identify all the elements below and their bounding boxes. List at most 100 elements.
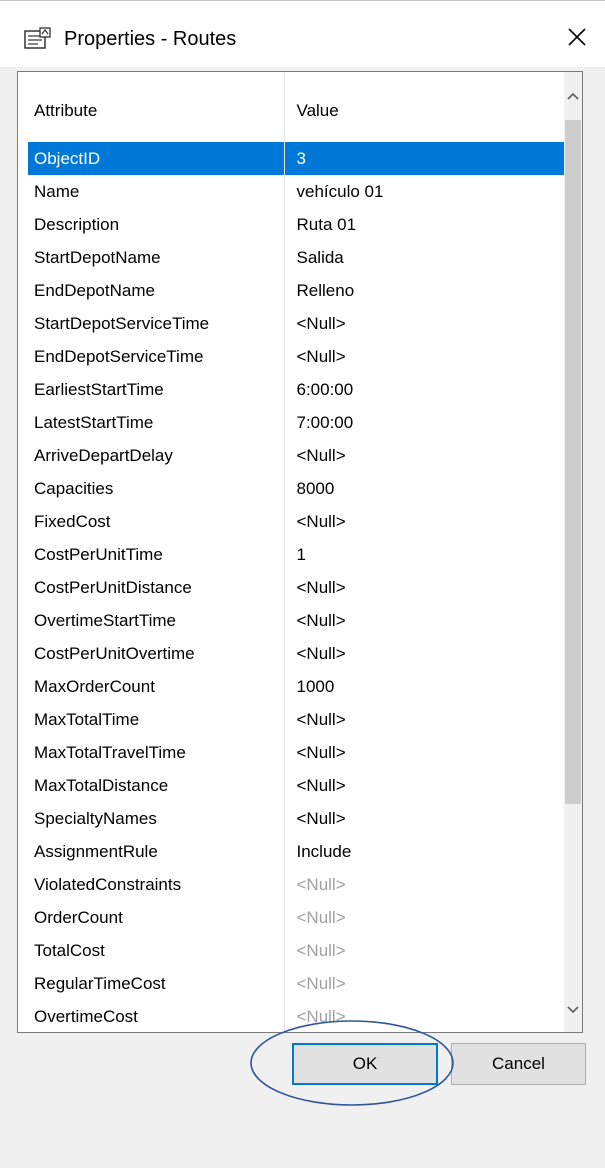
value-cell[interactable]: 3 (284, 142, 564, 175)
table-row[interactable]: MaxTotalTravelTime <Null> (28, 736, 564, 769)
table-row[interactable]: Capacities 8000 (28, 472, 564, 505)
table-row[interactable]: ArriveDepartDelay <Null> (28, 439, 564, 472)
value-cell[interactable]: 8000 (284, 472, 564, 505)
table-row[interactable]: EndDepotName Relleno (28, 274, 564, 307)
grid-viewport: Attribute Value ObjectID 3 Name vehículo 01… (18, 72, 564, 1032)
table-row[interactable]: MaxTotalTime <Null> (28, 703, 564, 736)
attribute-cell[interactable]: RegularTimeCost (28, 967, 285, 1000)
attribute-cell[interactable]: StartDepotServiceTime (28, 307, 285, 340)
value-cell[interactable]: <Null> (284, 769, 564, 802)
table-row[interactable]: TotalCost <Null> (28, 934, 564, 967)
close-icon (568, 27, 586, 51)
cancel-button[interactable]: Cancel (451, 1043, 586, 1085)
header-row: Attribute Value (28, 72, 564, 142)
column-header-value[interactable]: Value (284, 72, 564, 142)
highlight-ellipse (250, 1020, 454, 1106)
value-cell[interactable]: Include (284, 835, 564, 868)
table-row[interactable]: RegularTimeCost <Null> (28, 967, 564, 1000)
value-cell[interactable]: <Null> (284, 637, 564, 670)
attribute-cell[interactable]: OvertimeStartTime (28, 604, 285, 637)
grid-body: ObjectID 3 Name vehículo 01 Description Ruta … (28, 142, 564, 1032)
table-row[interactable]: OrderCount <Null> (28, 901, 564, 934)
attribute-cell[interactable]: EndDepotServiceTime (28, 340, 285, 373)
attribute-cell[interactable]: LatestStartTime (28, 406, 285, 439)
attribute-cell[interactable]: MaxTotalTime (28, 703, 285, 736)
attribute-cell[interactable]: ObjectID (28, 142, 285, 175)
value-cell[interactable]: <Null> (284, 868, 564, 901)
value-cell[interactable]: Relleno (284, 274, 564, 307)
attribute-cell[interactable]: StartDepotName (28, 241, 285, 274)
chevron-down-icon (566, 1002, 580, 1020)
attribute-cell[interactable]: Capacities (28, 472, 285, 505)
value-cell[interactable]: vehículo 01 (284, 175, 564, 208)
table-row[interactable]: OvertimeStartTime <Null> (28, 604, 564, 637)
value-cell[interactable]: <Null> (284, 307, 564, 340)
value-cell[interactable]: 7:00:00 (284, 406, 564, 439)
table-row[interactable]: Description Ruta 01 (28, 208, 564, 241)
value-cell[interactable]: Ruta 01 (284, 208, 564, 241)
value-cell[interactable]: 1 (284, 538, 564, 571)
value-cell[interactable]: <Null> (284, 340, 564, 373)
attribute-cell[interactable]: Name (28, 175, 285, 208)
table-row[interactable]: MaxTotalDistance <Null> (28, 769, 564, 802)
value-cell[interactable]: 1000 (284, 670, 564, 703)
properties-table: Attribute Value ObjectID 3 Name vehículo 01… (28, 72, 564, 1032)
attribute-cell[interactable]: ArriveDepartDelay (28, 439, 285, 472)
table-row[interactable]: MaxOrderCount 1000 (28, 670, 564, 703)
table-row[interactable]: ViolatedConstraints <Null> (28, 868, 564, 901)
value-cell[interactable]: <Null> (284, 934, 564, 967)
value-cell[interactable]: <Null> (284, 571, 564, 604)
attribute-cell[interactable]: SpecialtyNames (28, 802, 285, 835)
table-row[interactable]: CostPerUnitOvertime <Null> (28, 637, 564, 670)
table-row[interactable]: FixedCost <Null> (28, 505, 564, 538)
table-row[interactable]: SpecialtyNames <Null> (28, 802, 564, 835)
value-cell[interactable]: <Null> (284, 604, 564, 637)
close-button[interactable] (559, 21, 595, 57)
table-row[interactable]: EndDepotServiceTime <Null> (28, 340, 564, 373)
value-cell[interactable]: <Null> (284, 439, 564, 472)
attribute-cell[interactable]: CostPerUnitOvertime (28, 637, 285, 670)
scroll-down-button[interactable] (564, 996, 582, 1026)
table-row[interactable]: CostPerUnitDistance <Null> (28, 571, 564, 604)
attribute-cell[interactable]: MaxTotalDistance (28, 769, 285, 802)
attribute-cell[interactable]: CostPerUnitTime (28, 538, 285, 571)
table-row[interactable]: StartDepotServiceTime <Null> (28, 307, 564, 340)
value-cell[interactable]: <Null> (284, 505, 564, 538)
attribute-cell[interactable]: OvertimeCost (28, 1000, 285, 1032)
attribute-cell[interactable]: EarliestStartTime (28, 373, 285, 406)
table-row[interactable]: Name vehículo 01 (28, 175, 564, 208)
column-header-attribute[interactable]: Attribute (28, 72, 285, 142)
value-cell[interactable]: <Null> (284, 802, 564, 835)
scrollbar-track[interactable] (564, 116, 582, 994)
value-cell[interactable]: Salida (284, 241, 564, 274)
attribute-cell[interactable]: OrderCount (28, 901, 285, 934)
value-cell[interactable]: <Null> (284, 703, 564, 736)
scroll-up-button[interactable] (564, 82, 582, 112)
attribute-cell[interactable]: AssignmentRule (28, 835, 285, 868)
value-cell[interactable]: 6:00:00 (284, 373, 564, 406)
value-cell[interactable]: <Null> (284, 901, 564, 934)
attribute-cell[interactable]: EndDepotName (28, 274, 285, 307)
table-row[interactable]: ObjectID 3 (28, 142, 564, 175)
attribute-cell[interactable]: ViolatedConstraints (28, 868, 285, 901)
properties-icon (24, 27, 52, 51)
scrollbar-thumb[interactable] (565, 120, 581, 804)
attribute-cell[interactable]: FixedCost (28, 505, 285, 538)
attribute-cell[interactable]: MaxTotalTravelTime (28, 736, 285, 769)
window-title: Properties - Routes (64, 28, 237, 50)
table-row[interactable]: LatestStartTime 7:00:00 (28, 406, 564, 439)
vertical-scrollbar[interactable] (564, 72, 582, 1032)
attribute-cell[interactable]: Description (28, 208, 285, 241)
properties-dialog: Properties - Routes Attribute Value Obje… (0, 0, 605, 1168)
dialog-body: Attribute Value ObjectID 3 Name vehículo 01… (0, 67, 605, 1168)
attribute-cell[interactable]: MaxOrderCount (28, 670, 285, 703)
title-bar: Properties - Routes (0, 1, 605, 67)
attribute-cell[interactable]: CostPerUnitDistance (28, 571, 285, 604)
table-row[interactable]: StartDepotName Salida (28, 241, 564, 274)
value-cell[interactable]: <Null> (284, 967, 564, 1000)
value-cell[interactable]: <Null> (284, 736, 564, 769)
table-row[interactable]: AssignmentRule Include (28, 835, 564, 868)
table-row[interactable]: EarliestStartTime 6:00:00 (28, 373, 564, 406)
attribute-cell[interactable]: TotalCost (28, 934, 285, 967)
table-row[interactable]: CostPerUnitTime 1 (28, 538, 564, 571)
